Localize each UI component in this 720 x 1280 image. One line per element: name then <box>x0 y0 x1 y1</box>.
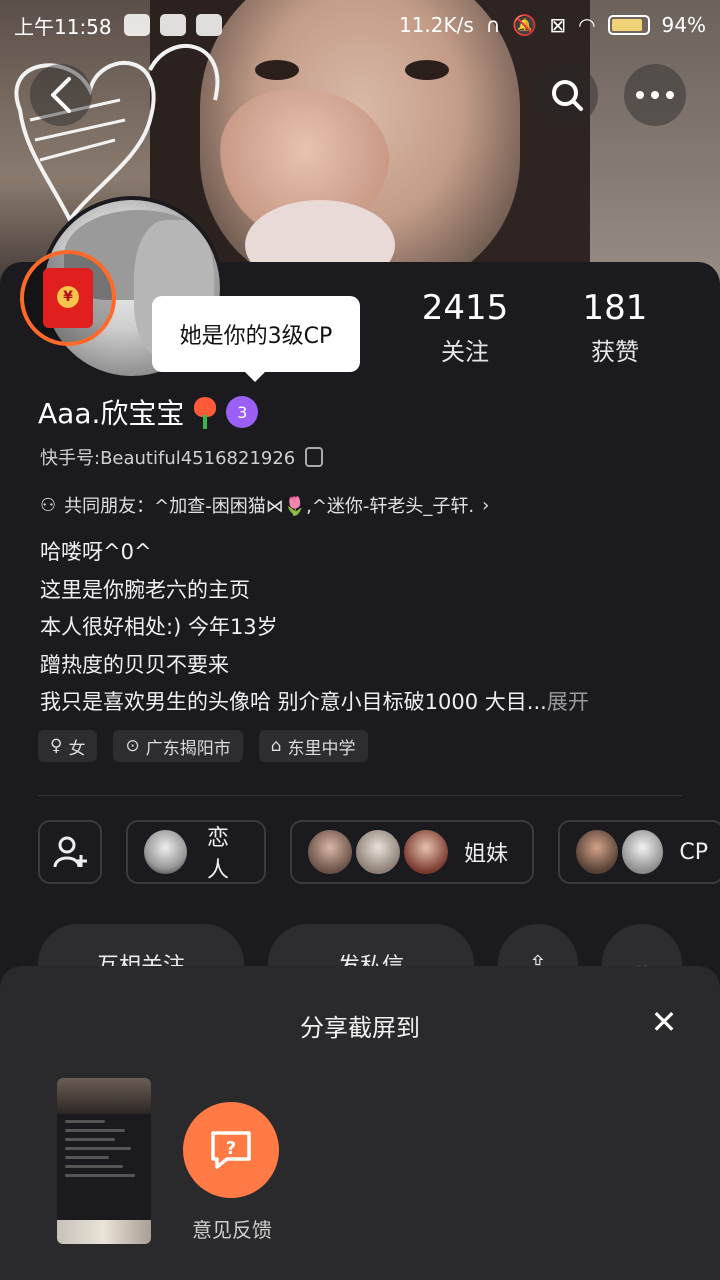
status-bar: 上午11:58 11.2K/s ∩ 🔕 ⊠ ◠ 94% <box>0 0 720 50</box>
copy-icon[interactable] <box>305 447 324 467</box>
sister-avatar <box>402 828 450 876</box>
battery-percent: 94% <box>661 13 706 37</box>
svg-text:?: ? <box>226 1138 236 1159</box>
following-label: 关注 <box>441 338 489 366</box>
more-button[interactable] <box>624 64 686 126</box>
network-speed: 11.2K/s <box>398 13 474 37</box>
close-icon[interactable]: ✕ <box>648 1006 680 1038</box>
likes-count: 181 <box>582 288 648 328</box>
share-title: 分享截屏到 <box>300 1014 420 1042</box>
tag-row: ♀ 女 ⊙ 广东揭阳市 ⌂ 东里中学 <box>38 730 368 762</box>
relations-row: 恋人 姐妹 CP <box>38 820 720 884</box>
lover-relation[interactable]: 恋人 <box>126 820 266 884</box>
sister-avatar <box>354 828 402 876</box>
search-icon <box>552 80 583 111</box>
red-packet-button[interactable]: ¥ <box>20 250 116 346</box>
add-friend-icon <box>53 836 87 868</box>
location-tag: ⊙ 广东揭阳市 <box>113 730 243 762</box>
divider <box>38 795 682 796</box>
cp-relation[interactable]: CP <box>558 820 720 884</box>
red-envelope-icon: ¥ <box>43 268 93 328</box>
level-badge[interactable]: 3 <box>226 396 259 428</box>
kuaishou-id-row: 快手号:Beautiful4516821926 <box>40 444 324 470</box>
location-icon: ⊙ <box>125 736 140 756</box>
bio-line: 这里是你腕老六的主页 <box>40 577 250 602</box>
battery-icon <box>607 15 650 35</box>
kuaishou-id: 快手号:Beautiful4516821926 <box>40 448 296 469</box>
gender-tag: ♀ 女 <box>38 730 98 762</box>
headphone-icon: ∩ <box>485 13 501 37</box>
mute-icon: 🔕 <box>512 13 538 37</box>
lover-label: 恋人 <box>207 826 230 883</box>
sisters-relation[interactable]: 姐妹 <box>290 820 534 884</box>
add-friend-button[interactable] <box>38 820 102 884</box>
feedback-button[interactable]: ? <box>183 1102 279 1198</box>
cp-avatar <box>619 828 666 876</box>
search-button[interactable] <box>536 64 598 126</box>
school-label: 东里中学 <box>287 738 356 759</box>
sisters-label: 姐妹 <box>464 842 509 867</box>
expand-link[interactable]: 展开 <box>547 690 589 714</box>
cp-avatar <box>574 828 620 876</box>
bio-line: 蹭热度的贝贝不要来 <box>40 652 229 677</box>
bio-line-last: 我只是喜欢男生的头像哈 别介意小目标破1000 大目...展开 <box>40 684 680 722</box>
screenshot-thumbnail[interactable] <box>57 1078 151 1244</box>
notification-icon <box>123 14 150 36</box>
profile-name-row: Aaa.欣宝宝 3 <box>38 392 259 432</box>
cp-label: CP <box>679 839 708 865</box>
bio: 哈喽呀^0^ 这里是你腕老六的主页 本人很好相处:) 今年13岁 蹭热度的贝贝不… <box>40 534 680 722</box>
back-arrow-icon <box>51 77 71 113</box>
profile-name: Aaa.欣宝宝 <box>38 397 185 430</box>
cover-eye-left <box>255 60 299 80</box>
status-time: 上午11:58 <box>14 14 112 39</box>
bio-line: 我只是喜欢男生的头像哈 别介意小目标破1000 大目... <box>40 690 547 714</box>
app-icon <box>159 14 186 36</box>
wifi-icon: ◠ <box>578 13 596 37</box>
lover-avatar <box>142 828 189 876</box>
person-icon: ⚇ <box>40 494 57 516</box>
kuaishou-icon <box>195 14 222 36</box>
likes-label: 获赞 <box>591 338 639 366</box>
feedback-icon: ? <box>211 1131 251 1169</box>
following-stat[interactable]: 2415 关注 <box>400 288 530 367</box>
gender-label: 女 <box>68 738 86 759</box>
share-panel: 分享截屏到 ✕ ? 意见反馈 <box>0 966 720 1280</box>
common-friends-row[interactable]: ⚇ 共同朋友：^加查-困困猫⋈🌷,^迷你-轩老头_子轩. › <box>40 492 489 518</box>
cover-eye-right <box>405 60 449 80</box>
school-icon: ⌂ <box>270 736 282 756</box>
close-box-icon: ⊠ <box>549 13 567 37</box>
location-label: 广东揭阳市 <box>145 738 231 759</box>
likes-stat[interactable]: 181 获赞 <box>550 288 680 367</box>
feedback-label: 意见反馈 <box>192 1218 272 1242</box>
female-icon: ♀ <box>50 736 63 756</box>
more-icon <box>636 91 674 99</box>
bio-line: 本人很好相处:) 今年13岁 <box>40 615 278 639</box>
school-tag: ⌂ 东里中学 <box>258 730 368 762</box>
bio-line: 哈喽呀^0^ <box>40 540 152 564</box>
chevron-right-icon: › <box>482 494 490 516</box>
following-count: 2415 <box>421 288 509 328</box>
cp-tooltip: 她是你的3级CP <box>152 296 360 382</box>
common-friends-text: 共同朋友：^加查-困困猫⋈🌷,^迷你-轩老头_子轩. <box>64 496 475 517</box>
back-button[interactable] <box>30 64 92 126</box>
tulip-icon <box>194 397 217 429</box>
sister-avatar <box>306 828 354 876</box>
